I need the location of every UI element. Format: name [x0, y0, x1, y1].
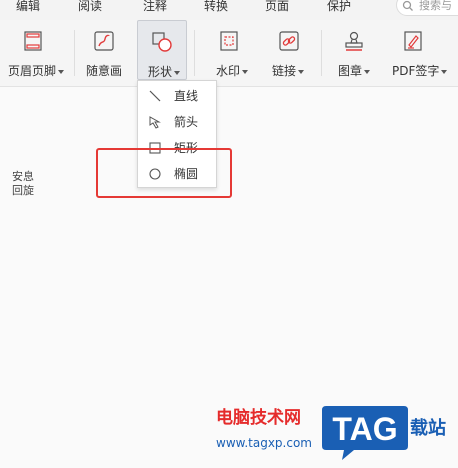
shape-button[interactable]: 形状	[137, 20, 187, 80]
stamp-button[interactable]: 图章	[334, 20, 380, 82]
shape-line-label: 直线	[174, 89, 199, 103]
link-button[interactable]: 链接	[266, 20, 314, 82]
chevron-down-icon	[364, 69, 371, 74]
arrow-icon	[149, 116, 161, 129]
menu-annotate[interactable]: 注释	[143, 0, 167, 20]
menu-bar: 编辑 阅读 注释 转换 页面 保护 搜索与	[0, 0, 458, 20]
shape-icon	[152, 32, 172, 52]
toolbar-divider	[194, 30, 195, 76]
shape-label: 形状	[148, 65, 173, 79]
menu-read[interactable]: 阅读	[78, 0, 102, 20]
search-icon	[402, 0, 413, 11]
search-input[interactable]: 搜索与	[396, 0, 458, 16]
watermark-label: 水印	[216, 64, 241, 78]
watermark-site-name: 电脑技术网	[216, 408, 301, 428]
toolbar: 页眉页脚 随意画 形状 水印 链接 图章 PDF签字	[0, 20, 458, 87]
document-text-line: 安息	[12, 170, 34, 183]
freehand-draw-button[interactable]: 随意画	[80, 20, 130, 82]
highlight-box	[96, 148, 232, 198]
toolbar-divider	[74, 30, 75, 76]
shape-arrow-item[interactable]: 箭头	[138, 109, 216, 135]
document-text-line: 回旋	[12, 184, 34, 197]
stamp-icon	[345, 31, 363, 51]
toolbar-divider	[321, 30, 322, 76]
chevron-down-icon	[298, 69, 305, 74]
chevron-down-icon	[174, 70, 181, 75]
chevron-down-icon	[58, 69, 65, 74]
header-footer-label: 页眉页脚	[8, 64, 57, 78]
watermark-button[interactable]: 水印	[206, 20, 254, 82]
line-icon	[149, 90, 161, 102]
pdf-sign-label: PDF签字	[392, 64, 440, 78]
watermark-suffix: 载站	[410, 418, 446, 439]
shape-line-item[interactable]: 直线	[138, 83, 216, 109]
freehand-draw-icon	[94, 31, 114, 51]
pdf-sign-icon	[404, 31, 422, 51]
menu-edit[interactable]: 编辑	[16, 0, 40, 20]
search-placeholder: 搜索与	[419, 0, 452, 12]
freehand-draw-label: 随意画	[86, 64, 123, 78]
link-label: 链接	[272, 64, 297, 78]
header-footer-icon	[24, 31, 42, 51]
stamp-label: 图章	[338, 64, 363, 78]
menu-page[interactable]: 页面	[265, 0, 289, 20]
shape-arrow-label: 箭头	[174, 115, 199, 129]
watermark-url: www.tagxp.com	[216, 436, 312, 450]
chevron-down-icon	[441, 69, 448, 74]
header-footer-button[interactable]: 页眉页脚	[6, 20, 68, 82]
pdf-sign-button[interactable]: PDF签字	[390, 20, 458, 82]
link-icon	[279, 31, 299, 51]
watermark-logo-text: TAG	[332, 411, 397, 447]
watermark-icon	[220, 31, 238, 51]
menu-protect[interactable]: 保护	[327, 0, 351, 20]
menu-convert[interactable]: 转换	[204, 0, 228, 20]
watermark-logo: TAG	[322, 406, 408, 460]
chevron-down-icon	[242, 69, 249, 74]
